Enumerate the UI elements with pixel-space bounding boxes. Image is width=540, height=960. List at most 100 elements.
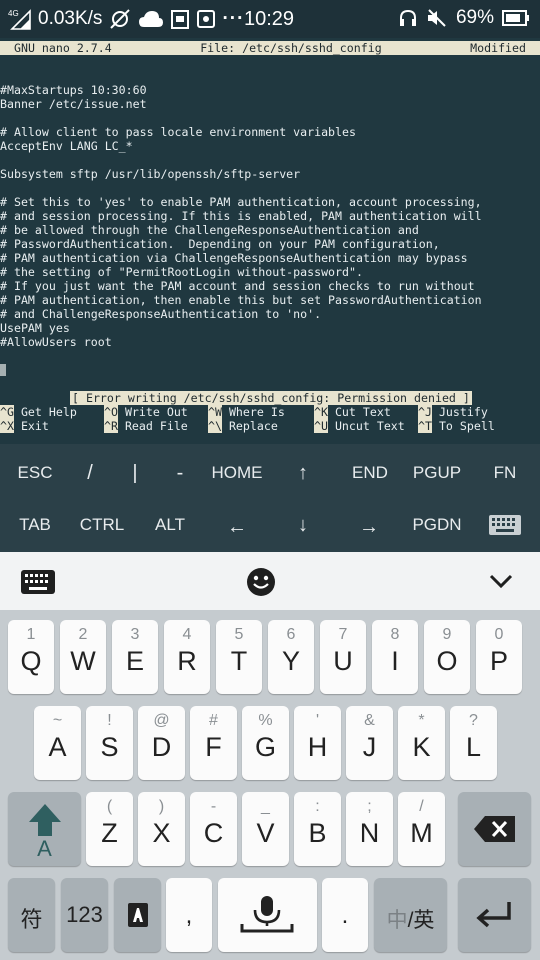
key-letter: R [177, 646, 197, 676]
dash-key[interactable]: - [156, 448, 204, 498]
key-c[interactable]: -C [190, 792, 237, 866]
key-r[interactable]: 4R [164, 620, 210, 694]
space-voice-key[interactable] [218, 878, 317, 952]
pgup-key[interactable]: PGUP [404, 448, 470, 498]
key-hint: 3 [130, 626, 140, 643]
comma-label: , [185, 902, 193, 929]
fn-key[interactable]: FN [476, 448, 534, 498]
screenshot-icon [196, 9, 216, 29]
keyboard-icon[interactable] [20, 569, 56, 599]
status-bar: 4G 0.03K/s ··· 10:29 69% [0, 0, 540, 38]
symbols-key[interactable]: 符 [8, 878, 55, 952]
shortcut-item: ^X Exit [0, 419, 49, 433]
key-a[interactable]: ~ A [34, 706, 81, 780]
key-letter: F [205, 732, 222, 762]
slash-key[interactable]: / [64, 448, 116, 498]
key-letter: W [70, 646, 96, 676]
nano-shortcuts: ^G Get Help ^O Write Out ^W Where Is ^K Cut… [0, 405, 540, 433]
arrow-right-key[interactable]: → [340, 502, 398, 552]
nano-filename: File: /etc/ssh/sshd_config [200, 41, 382, 55]
key-hint: ) [158, 798, 165, 815]
shortcut-key: ^T [418, 419, 432, 433]
key-n[interactable]: ; N [346, 792, 393, 866]
key-k[interactable]: * K [398, 706, 445, 780]
pipe-key[interactable]: | [110, 448, 160, 498]
numbers-key[interactable]: 123 [61, 878, 108, 952]
arrow-left-key[interactable]: ← [208, 502, 266, 552]
key-i[interactable]: 8I [372, 620, 418, 694]
key-v[interactable]: _ V [242, 792, 289, 866]
key-h[interactable]: ' H [294, 706, 341, 780]
key-w[interactable]: 2W [60, 620, 106, 694]
shortcut-label: Cut Text [334, 405, 391, 419]
keyboard-icon[interactable] [480, 500, 530, 550]
key-f[interactable]: # F [190, 706, 237, 780]
key-hint: _ [261, 798, 270, 815]
key-z[interactable]: (Z [86, 792, 133, 866]
shift-label: A [37, 836, 52, 861]
chevron-down-icon[interactable] [488, 572, 514, 594]
key-hint: - [210, 798, 217, 815]
shortcut-label: Read File [124, 419, 188, 433]
period-label: . [341, 902, 349, 929]
shortcut-label: Exit [20, 419, 49, 433]
key-letter: M [410, 818, 433, 848]
key-letter: O [436, 646, 458, 676]
period-key[interactable]: . [322, 878, 368, 952]
ctrl-key[interactable]: CTRL [68, 500, 136, 550]
pgdn-key[interactable]: PGDN [404, 500, 470, 550]
editor-line: # Allow client to pass locale environmen… [0, 125, 356, 139]
arrow-up-key[interactable]: ↑ [274, 448, 332, 498]
tab-key[interactable]: TAB [6, 500, 64, 550]
shortcut-label: Uncut Text [334, 419, 405, 433]
esc-key[interactable]: ESC [6, 448, 64, 498]
key-s[interactable]: ! S [86, 706, 133, 780]
key-l[interactable]: ? L [450, 706, 497, 780]
key-g[interactable]: % G [242, 706, 289, 780]
comma-key[interactable]: , [166, 878, 212, 952]
key-t[interactable]: 5T [216, 620, 262, 694]
enter-key[interactable] [458, 878, 531, 952]
shortcut-item: ^W Where Is [208, 405, 285, 419]
language-switch-key[interactable]: 中/英 [374, 878, 447, 952]
nano-version: GNU nano 2.7.4 [14, 41, 112, 55]
language-label: 中/英 [374, 904, 447, 934]
key-q[interactable]: 1Q [8, 620, 54, 694]
key-p[interactable]: 0P [476, 620, 522, 694]
home-key[interactable]: HOME [204, 448, 270, 498]
key-d[interactable]: @ D [138, 706, 185, 780]
key-letter: K [412, 732, 431, 762]
editor-content[interactable]: #MaxStartups 10:30:60 Banner /etc/issue.n… [0, 83, 482, 349]
shift-key[interactable]: A [8, 792, 81, 866]
key-u[interactable]: 7U [320, 620, 366, 694]
terminal-view[interactable]: GNU nano 2.7.4 File: /etc/ssh/sshd_confi… [0, 38, 540, 444]
shortcut-label: Justify [438, 405, 488, 419]
key-j[interactable]: & J [346, 706, 393, 780]
extra-keys-bar: ESC / | - HOME ↑ END PGUP FN TAB CTRL AL… [0, 444, 540, 552]
cloud-icon [138, 9, 164, 29]
notification-icon [170, 8, 190, 30]
key-y[interactable]: 6Y [268, 620, 314, 694]
key-hint: 5 [234, 626, 244, 643]
key-m[interactable]: / M [398, 792, 445, 866]
battery-icon [502, 10, 530, 26]
input-method-key[interactable] [114, 878, 161, 952]
alt-key[interactable]: ALT [140, 500, 200, 550]
shortcut-item: ^\ Replace [208, 419, 278, 433]
key-letter: E [125, 646, 144, 676]
backspace-key[interactable] [458, 792, 531, 866]
nano-modified-status: Modified [470, 41, 526, 55]
key-hint: 4 [182, 626, 192, 643]
emoji-icon[interactable] [246, 567, 276, 601]
key-letter: H [307, 732, 328, 762]
end-key[interactable]: END [338, 448, 402, 498]
key-e[interactable]: 3E [112, 620, 158, 694]
key-x[interactable]: ) X [138, 792, 185, 866]
key-o[interactable]: 9O [424, 620, 470, 694]
key-hint: 0 [494, 626, 504, 643]
keyboard-toolbar [0, 552, 540, 610]
key-b[interactable]: :B [294, 792, 341, 866]
arrow-down-key[interactable]: ↓ [274, 500, 332, 550]
